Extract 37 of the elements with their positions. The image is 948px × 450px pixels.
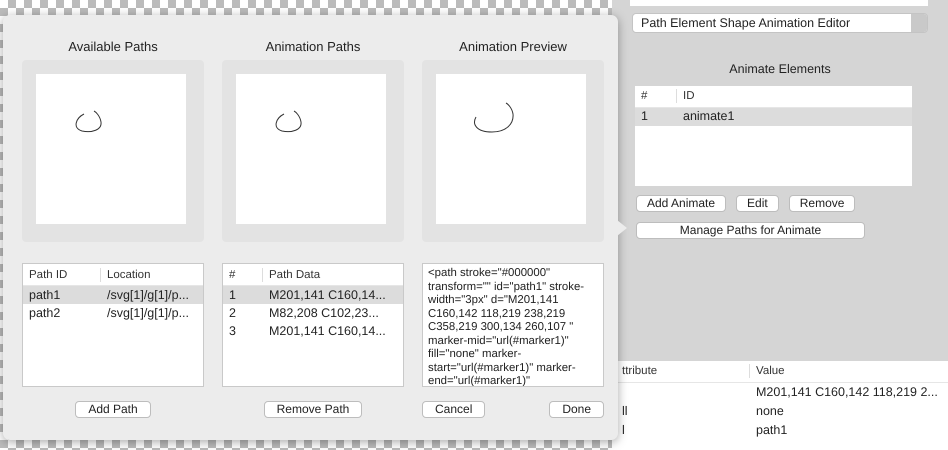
dialog-button[interactable]: Cancel [422, 401, 486, 418]
column-header[interactable]: Path Data [263, 268, 403, 282]
curve-drawing [474, 102, 514, 132]
list-row[interactable]: 3 M201,141 C160,14... [223, 322, 403, 340]
select-value: Path Element Shape Animation Editor [641, 14, 850, 32]
column-header[interactable]: # [223, 268, 263, 282]
dialog-button[interactable]: Done [549, 401, 604, 418]
inspector-button[interactable]: Add Animate [636, 194, 726, 212]
attribute-value: M201,141 C160,142 118,219 2... [755, 384, 939, 401]
inspector-button[interactable]: Edit [736, 194, 779, 212]
section-title: Animate Elements [728, 61, 832, 78]
column-header[interactable]: Value [750, 364, 948, 378]
attribute-value: path1 [755, 422, 788, 439]
editor-select[interactable]: Path Element Shape Animation Editor [632, 13, 928, 33]
curve-drawing [76, 110, 102, 132]
attribute-value: none [755, 402, 785, 420]
column-header[interactable]: Path ID [23, 268, 101, 282]
list-row[interactable]: 1 M201,141 C160,14... [223, 286, 403, 304]
panel-title: Animation Paths [264, 38, 362, 53]
dialog-button[interactable]: Remove Path [264, 401, 362, 418]
attribute-name: ll [622, 404, 628, 418]
column-header[interactable]: Location [101, 268, 203, 282]
stepper-icon[interactable] [911, 14, 927, 32]
inspector-button[interactable]: Remove [788, 194, 856, 212]
manage-paths-button[interactable]: Manage Paths for Animate [636, 222, 865, 239]
list-row[interactable]: 2 M82,208 C102,23... [223, 304, 403, 322]
column-header[interactable]: # [635, 89, 677, 104]
list-row[interactable]: 1 animate1 [635, 108, 912, 126]
panel-title: Animation Preview [458, 38, 568, 53]
curve-drawing [276, 110, 302, 132]
list-row[interactable]: path2 /svg[1]/g[1]/p... [23, 304, 203, 322]
attribute-name: l [622, 422, 625, 437]
dialog-button[interactable]: Add Path [75, 401, 151, 418]
list-row[interactable]: path1 /svg[1]/g[1]/p... [23, 286, 203, 304]
source-text-area[interactable]: <path stroke="#000000" transform="" id="path1" stroke-width="3px" d="M201,141 C160,142 118,219 238,219 C358,219 300,134 260,107 " marker-mid="url(#marker1)" fill="none" marker-start="url(#marker1)" marker-end="url(#marker1)" [422, 263, 604, 387]
column-header[interactable]: ID [677, 89, 877, 104]
panel-title: Available Paths [67, 38, 159, 53]
